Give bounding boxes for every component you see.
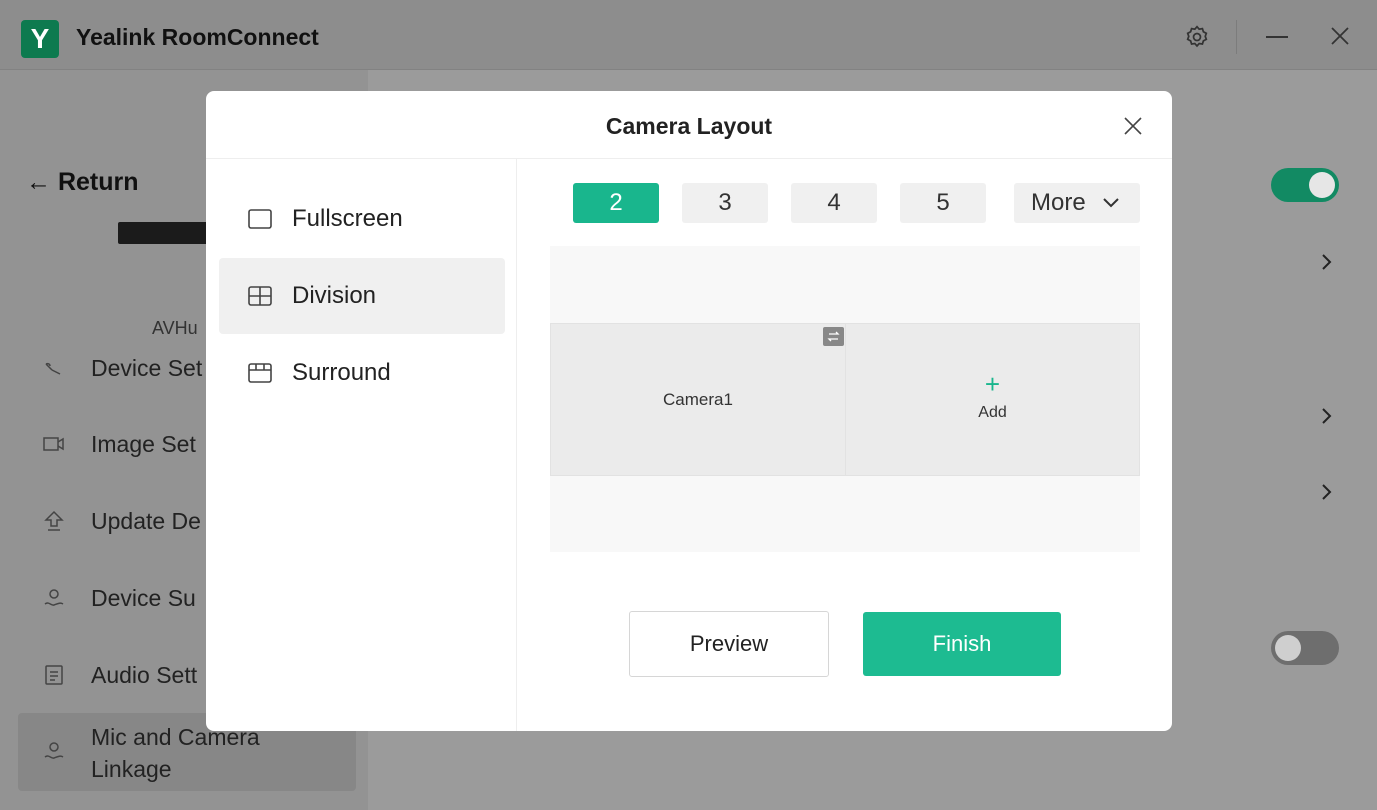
count-button-5[interactable]: 5 <box>900 183 986 223</box>
return-label: Return <box>57 168 139 196</box>
toggle-knob <box>1275 635 1301 661</box>
device-name: AVHu <box>152 318 198 338</box>
audio-doc-icon <box>45 665 63 685</box>
title-bar: Y Yealink RoomConnect <box>0 0 1377 70</box>
dialog-header: Camera Layout <box>206 91 1172 159</box>
dialog-title: Camera Layout <box>605 113 773 139</box>
preview-button[interactable]: Preview <box>629 611 829 677</box>
chevron-down-icon <box>1103 198 1119 208</box>
titlebar-separator <box>1236 20 1237 54</box>
close-icon[interactable] <box>1328 24 1352 48</box>
fullscreen-icon <box>248 209 272 229</box>
cell-label: Add <box>978 404 1007 421</box>
close-icon[interactable] <box>1122 115 1144 137</box>
finish-button[interactable]: Finish <box>863 612 1061 676</box>
layout-option-division[interactable]: Division <box>219 258 505 334</box>
layout-option-surround[interactable]: Surround <box>219 335 505 411</box>
sidebar-item-label: Update De <box>91 508 201 534</box>
minimize-icon[interactable] <box>1266 36 1288 38</box>
count-button-3[interactable]: 3 <box>682 183 768 223</box>
camera-icon <box>43 437 64 451</box>
layout-option-label: Fullscreen <box>292 205 403 232</box>
more-label: More <box>1031 189 1086 216</box>
layout-cell-camera1[interactable]: Camera1 <box>550 323 846 476</box>
layout-preview-canvas: Camera1 + Add <box>550 246 1140 552</box>
return-button[interactable]: ← Return <box>26 168 139 197</box>
more-dropdown[interactable]: More <box>1014 183 1140 223</box>
app-title: Yealink RoomConnect <box>76 24 319 50</box>
count-button-2[interactable]: 2 <box>573 183 659 223</box>
layout-option-label: Division <box>292 282 377 309</box>
linkage-icon <box>44 742 64 759</box>
sidebar-item-label: Image Set <box>91 431 196 457</box>
arrow-left-icon: ← <box>26 168 58 196</box>
division-grid-icon <box>248 286 272 306</box>
update-icon <box>44 510 64 531</box>
cell-label: Camera1 <box>663 390 733 409</box>
toggle-switch-off[interactable] <box>1271 631 1339 665</box>
swap-icon[interactable] <box>823 327 844 346</box>
toggle-switch-on[interactable] <box>1271 168 1339 202</box>
surround-icon <box>248 363 272 383</box>
layout-cell-add[interactable]: + Add <box>845 323 1140 476</box>
device-settings-icon <box>45 362 61 375</box>
chevron-right-icon[interactable] <box>1316 482 1336 502</box>
layout-option-label: Surround <box>292 359 391 386</box>
gear-icon[interactable] <box>1184 24 1210 50</box>
layout-options-pane: Fullscreen Division Surround <box>206 159 517 731</box>
camera-layout-dialog: Camera Layout Fullscreen Division Surrou… <box>206 91 1172 731</box>
yealink-logo: Y <box>21 20 59 58</box>
sidebar-item-label: Device Su <box>91 585 196 611</box>
toggle-knob <box>1309 172 1335 198</box>
plus-icon: + <box>984 369 1001 399</box>
chevron-right-icon[interactable] <box>1316 406 1336 426</box>
support-icon <box>44 589 64 606</box>
count-button-4[interactable]: 4 <box>791 183 877 223</box>
device-image <box>118 222 218 244</box>
layout-option-fullscreen[interactable]: Fullscreen <box>219 181 505 257</box>
chevron-right-icon[interactable] <box>1316 252 1336 272</box>
sidebar-item-label: Device Set <box>91 355 203 381</box>
sidebar-item-label: Audio Sett <box>91 662 198 688</box>
